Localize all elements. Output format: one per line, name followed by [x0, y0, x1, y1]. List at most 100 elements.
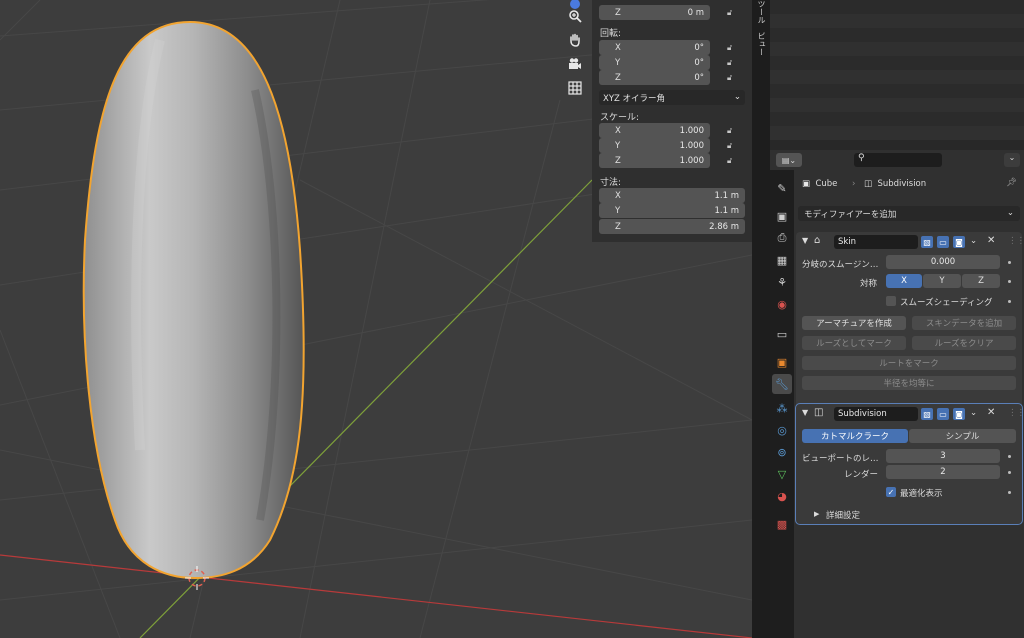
- outliner-row[interactable]: [770, 0, 1024, 14]
- close-icon[interactable]: ✕: [987, 407, 995, 418]
- symmetry-x-toggle[interactable]: X: [886, 274, 922, 288]
- lock-icon[interactable]: 🔓︎: [727, 156, 737, 166]
- mark-root-button[interactable]: ルートをマーク: [802, 356, 1016, 370]
- animate-property-icon[interactable]: [1008, 280, 1011, 283]
- catmull-clark-toggle[interactable]: カトマルクラーク: [802, 429, 908, 443]
- editor-type-button[interactable]: ▤⌄: [776, 153, 802, 167]
- world-tab-icon[interactable]: ◉: [772, 294, 792, 314]
- zoom-icon[interactable]: [565, 6, 585, 26]
- modifier-tab-icon[interactable]: 🔧︎: [772, 374, 792, 394]
- collapse-arrow-icon[interactable]: ▼: [802, 408, 808, 417]
- add-skin-data-button[interactable]: スキンデータを追加: [912, 316, 1016, 330]
- chevron-down-icon: ⌄: [1006, 208, 1014, 218]
- lock-icon[interactable]: 🔓︎: [727, 8, 737, 18]
- outliner-row[interactable]: [770, 126, 1024, 140]
- render-camera-icon[interactable]: ◙: [953, 236, 965, 248]
- outliner-row[interactable]: [770, 28, 1024, 42]
- render-tab-icon[interactable]: ▣: [772, 206, 792, 226]
- constraints-tab-icon[interactable]: ⊚: [772, 442, 792, 462]
- camera-icon[interactable]: [565, 54, 585, 74]
- tool-tab-icon[interactable]: ✎: [772, 178, 792, 198]
- chevron-down-icon[interactable]: ⌄: [970, 236, 977, 246]
- smooth-shading-checkbox[interactable]: [886, 296, 896, 306]
- animate-property-icon[interactable]: [1008, 261, 1011, 264]
- rotation-y-field[interactable]: Y 0°: [599, 55, 710, 70]
- object-tab-icon[interactable]: ▣: [772, 352, 792, 372]
- skin-name-field[interactable]: Skin: [834, 235, 918, 249]
- search-input[interactable]: ⚲: [854, 153, 942, 167]
- axis-label: Y: [615, 140, 621, 151]
- 3d-viewport[interactable]: Z 0 m 🔓︎ 回転: X 0° Y 0° Z 0° 🔓︎ 🔓︎ 🔓︎ XYZ オイラ…: [0, 0, 752, 638]
- scale-x-field[interactable]: X 1.000: [599, 123, 710, 138]
- subdivision-name-field[interactable]: Subdivision: [834, 407, 918, 421]
- create-armature-button[interactable]: アーマチュアを作成: [802, 316, 906, 330]
- outliner-row[interactable]: [770, 42, 1024, 56]
- outliner-row[interactable]: [770, 56, 1024, 70]
- outliner-row[interactable]: [770, 84, 1024, 98]
- location-z-field[interactable]: Z 0 m: [599, 5, 710, 20]
- collapse-arrow-icon[interactable]: ▼: [802, 236, 808, 245]
- viewport-display-icon[interactable]: ▭: [937, 408, 949, 420]
- edit-mode-toggle-icon[interactable]: ▧: [921, 408, 933, 420]
- rotation-z-field[interactable]: Z 0°: [599, 70, 710, 85]
- branch-smoothing-field[interactable]: 0.000: [886, 255, 1000, 269]
- tab-tool[interactable]: ツール: [755, 0, 767, 26]
- rotation-x-field[interactable]: X 0°: [599, 40, 710, 55]
- clear-loose-button[interactable]: ルーズをクリア: [912, 336, 1016, 350]
- breadcrumb-separator: ›: [852, 179, 856, 189]
- lock-icon[interactable]: 🔓︎: [727, 126, 737, 136]
- render-levels-field[interactable]: 2: [886, 465, 1000, 479]
- outliner-row[interactable]: [770, 14, 1024, 28]
- lock-icon[interactable]: 🔓︎: [727, 141, 737, 151]
- collection-tab-icon[interactable]: ▭: [772, 324, 792, 344]
- dimension-z-field[interactable]: Z 2.86 m: [599, 219, 745, 234]
- tab-view[interactable]: ビュー: [755, 32, 767, 66]
- add-modifier-dropdown[interactable]: モディファイアーを追加 ⌄: [798, 206, 1020, 221]
- outliner-panel[interactable]: [770, 0, 1024, 150]
- edit-mode-toggle-icon[interactable]: ▧: [921, 236, 933, 248]
- drag-handle-icon[interactable]: ⋮⋮: [1008, 236, 1024, 246]
- advanced-subpanel-header[interactable]: 詳細設定: [826, 509, 860, 521]
- expand-arrow-icon[interactable]: ▶: [814, 510, 819, 518]
- symmetry-y-toggle[interactable]: Y: [923, 274, 961, 288]
- lock-icon[interactable]: 🔓︎: [727, 58, 737, 68]
- equalize-radii-button[interactable]: 半径を均等に: [802, 376, 1016, 390]
- data-tab-icon[interactable]: ▽: [772, 464, 792, 484]
- drag-handle-icon[interactable]: ⋮⋮: [1008, 408, 1024, 418]
- render-camera-icon[interactable]: ◙: [953, 408, 965, 420]
- scene-tab-icon[interactable]: ⚘: [772, 272, 792, 292]
- grid-perspective-icon[interactable]: [565, 78, 585, 98]
- animate-property-icon[interactable]: [1008, 471, 1011, 474]
- dimension-y-field[interactable]: Y 1.1 m: [599, 203, 745, 218]
- output-tab-icon[interactable]: ⎙: [772, 228, 792, 248]
- scale-z-field[interactable]: Z 1.000: [599, 153, 710, 168]
- particles-tab-icon[interactable]: ⁂: [772, 398, 792, 418]
- symmetry-z-toggle[interactable]: Z: [962, 274, 1000, 288]
- chevron-down-icon[interactable]: ⌄: [970, 408, 977, 418]
- outliner-row[interactable]: [770, 98, 1024, 112]
- animate-property-icon[interactable]: [1008, 300, 1011, 303]
- optimal-display-checkbox[interactable]: ✓: [886, 487, 896, 497]
- pin-icon[interactable]: 📌︎: [1006, 178, 1017, 188]
- material-tab-icon[interactable]: ◕: [772, 486, 792, 506]
- lock-icon[interactable]: 🔓︎: [727, 43, 737, 53]
- animate-property-icon[interactable]: [1008, 455, 1011, 458]
- outliner-row[interactable]: [770, 112, 1024, 126]
- options-dropdown[interactable]: ⌄: [1004, 153, 1020, 167]
- dimension-x-field[interactable]: X 1.1 m: [599, 188, 745, 203]
- mark-loose-button[interactable]: ルーズとしてマーク: [802, 336, 906, 350]
- hand-pan-icon[interactable]: [565, 30, 585, 50]
- texture-tab-icon[interactable]: ▩: [772, 514, 792, 534]
- close-icon[interactable]: ✕: [987, 235, 995, 246]
- viewport-levels-field[interactable]: 3: [886, 449, 1000, 463]
- lock-icon[interactable]: 🔓︎: [727, 73, 737, 83]
- animate-property-icon[interactable]: [1008, 491, 1011, 494]
- symmetry-label: 対称: [860, 279, 878, 289]
- simple-toggle[interactable]: シンプル: [909, 429, 1016, 443]
- physics-tab-icon[interactable]: ◎: [772, 420, 792, 440]
- scale-y-field[interactable]: Y 1.000: [599, 138, 710, 153]
- viewport-display-icon[interactable]: ▭: [937, 236, 949, 248]
- outliner-row[interactable]: [770, 70, 1024, 84]
- view-layer-tab-icon[interactable]: ▦: [772, 250, 792, 270]
- rotation-mode-select[interactable]: XYZ オイラー角 ⌄: [599, 90, 745, 105]
